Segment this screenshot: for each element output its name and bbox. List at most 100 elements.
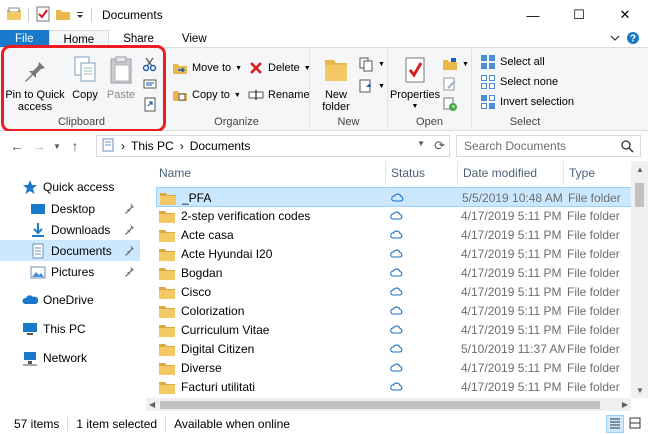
file-row[interactable]: Curriculum Vitae 4/17/2019 5:11 PM File fo…: [156, 320, 634, 340]
nav-label: Quick access: [43, 179, 115, 194]
invert-selection-icon: [480, 94, 496, 110]
column-header-date-modified[interactable]: Date modified: [458, 161, 564, 185]
close-button[interactable]: ✕: [602, 0, 648, 30]
file-row[interactable]: Colorization 4/17/2019 5:11 PM File folder: [156, 301, 634, 321]
back-button[interactable]: ←: [6, 135, 28, 157]
edit-icon: [442, 76, 458, 92]
nav-onedrive[interactable]: OneDrive: [0, 289, 140, 310]
column-header-status[interactable]: Status: [386, 161, 458, 185]
file-date: 4/17/2019 5:11 PM: [461, 323, 562, 337]
nav-documents[interactable]: Documents: [0, 240, 140, 261]
scroll-up-icon[interactable]: ▲: [636, 165, 644, 174]
properties-button[interactable]: Properties ▼: [390, 54, 440, 113]
copy-to-dropdown-icon: ▼: [233, 91, 241, 99]
file-row[interactable]: 2-step verification codes 4/17/2019 5:11 …: [156, 206, 634, 226]
folder-icon: [159, 324, 175, 337]
file-row[interactable]: Facturi utilitati 4/17/2019 5:11 PM File f…: [156, 377, 634, 397]
delete-button[interactable]: Delete ▼: [248, 58, 311, 78]
copy-path-icon: [142, 76, 158, 92]
scroll-down-icon[interactable]: ▼: [636, 386, 644, 395]
tab-file[interactable]: File: [0, 30, 49, 48]
open-group-label: Open: [416, 116, 443, 128]
move-to-dropdown-icon: ▼: [235, 64, 243, 72]
horizontal-scroll-thumb[interactable]: [160, 401, 600, 409]
scroll-right-icon[interactable]: ▶: [622, 400, 628, 409]
horizontal-scrollbar[interactable]: ◀ ▶: [146, 398, 631, 411]
up-button[interactable]: ↑: [64, 135, 86, 157]
scroll-left-icon[interactable]: ◀: [149, 400, 155, 409]
file-row[interactable]: _PFA 5/5/2019 10:48 AM File folder: [156, 187, 634, 207]
explorer-window-icon[interactable]: [6, 6, 22, 25]
address-history-dropdown-icon[interactable]: ▼: [417, 139, 425, 148]
pin-to-quick-access-button[interactable]: Pin to Quick access: [4, 54, 66, 113]
history-button[interactable]: [442, 94, 458, 114]
refresh-icon[interactable]: ⟳: [434, 138, 445, 154]
tab-home[interactable]: Home: [48, 30, 110, 48]
file-row[interactable]: Digital Citizen 5/10/2019 11:37 AM File fo…: [156, 339, 634, 359]
qat-divider: [91, 8, 92, 22]
select-all-button[interactable]: Select all: [480, 52, 545, 72]
file-row[interactable]: Bogdan 4/17/2019 5:11 PM File folder: [156, 263, 634, 283]
open-button[interactable]: ▼: [442, 54, 469, 74]
recent-locations-button[interactable]: ▼: [50, 135, 64, 157]
pinned-icon: [124, 244, 136, 259]
file-type: File folder: [567, 304, 620, 318]
breadcrumb-documents[interactable]: Documents: [190, 139, 251, 153]
open-group: Properties ▼ ▼ Open: [388, 48, 472, 131]
vertical-scrollbar[interactable]: ▲ ▼: [631, 161, 648, 398]
search-box[interactable]: Search Documents: [456, 135, 641, 157]
pinned-icon: [124, 202, 136, 217]
copy-button[interactable]: Copy: [70, 54, 100, 101]
tab-share[interactable]: Share: [109, 30, 168, 48]
address-bar[interactable]: › This PC › Documents ▼ ⟳: [96, 135, 450, 157]
new-folder-button[interactable]: New folder: [318, 54, 354, 113]
new-item-button[interactable]: ▼: [358, 54, 385, 74]
nav-this-pc[interactable]: This PC: [0, 318, 140, 339]
nav-label: Pictures: [51, 264, 95, 279]
breadcrumb-separator: ›: [121, 139, 125, 153]
breadcrumb-this-pc[interactable]: This PC: [131, 139, 174, 153]
rename-button[interactable]: Rename: [248, 85, 310, 105]
large-icons-view-button[interactable]: [626, 415, 644, 433]
properties-qat-icon[interactable]: [35, 6, 51, 25]
help-icon[interactable]: ?: [626, 31, 640, 48]
file-date: 4/17/2019 5:11 PM: [461, 361, 562, 375]
nav-network[interactable]: Network: [0, 347, 140, 368]
column-header-type[interactable]: Type: [564, 161, 634, 185]
maximize-button[interactable]: ☐: [556, 0, 602, 30]
copy-path-button[interactable]: [142, 74, 158, 94]
customize-qat-icon[interactable]: [75, 6, 85, 25]
new-folder-label: New folder: [322, 89, 350, 113]
copy-to-button[interactable]: Copy to ▼: [172, 85, 241, 105]
file-row[interactable]: Diverse 4/17/2019 5:11 PM File folder: [156, 358, 634, 378]
forward-button[interactable]: →: [28, 135, 50, 157]
vertical-scroll-thumb[interactable]: [635, 183, 644, 207]
file-row[interactable]: Acte Hyundai I20 4/17/2019 5:11 PM File fo…: [156, 244, 634, 264]
move-to-button[interactable]: Move to ▼: [172, 58, 242, 78]
expand-ribbon-icon[interactable]: [610, 32, 620, 46]
file-type: File folder: [567, 342, 620, 356]
file-row[interactable]: Acte casa 4/17/2019 5:11 PM File folder: [156, 225, 634, 245]
select-all-label: Select all: [500, 56, 545, 68]
nav-desktop[interactable]: Desktop: [0, 198, 140, 219]
minimize-button[interactable]: —: [510, 0, 556, 30]
select-none-button[interactable]: Select none: [480, 72, 558, 92]
nav-pictures[interactable]: Pictures: [0, 261, 140, 282]
nav-quick-access[interactable]: Quick access: [0, 176, 140, 197]
file-row[interactable]: Cisco 4/17/2019 5:11 PM File folder: [156, 282, 634, 302]
edit-button[interactable]: [442, 74, 458, 94]
folder-icon: [160, 192, 176, 205]
column-header-name[interactable]: Name: [154, 161, 386, 185]
paste-shortcut-button[interactable]: [142, 94, 158, 114]
easy-access-button[interactable]: ▼: [358, 76, 385, 96]
new-folder-qat-icon[interactable]: [55, 6, 71, 25]
tab-view[interactable]: View: [168, 30, 221, 48]
cut-button[interactable]: [142, 54, 158, 74]
search-input[interactable]: Search Documents: [464, 139, 566, 153]
invert-selection-button[interactable]: Invert selection: [480, 92, 574, 112]
navigation-bar: ← → ▼ ↑ › This PC › Documents ▼ ⟳ Search…: [0, 131, 648, 161]
paste-button[interactable]: Paste: [104, 54, 138, 101]
nav-downloads[interactable]: Downloads: [0, 219, 140, 240]
details-view-button[interactable]: [606, 415, 624, 433]
file-date: 4/17/2019 5:11 PM: [461, 285, 562, 299]
